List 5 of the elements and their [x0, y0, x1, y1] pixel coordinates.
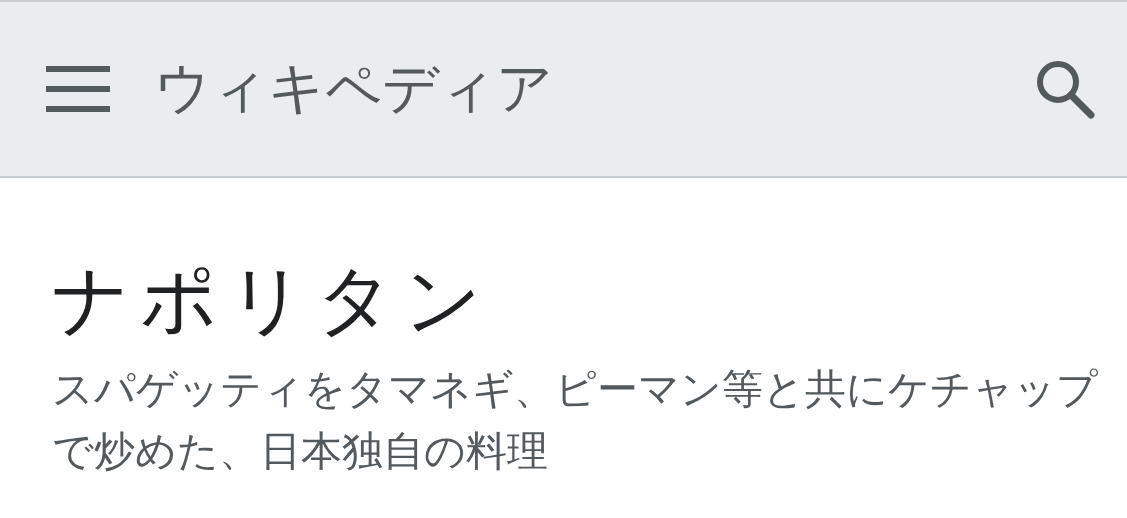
- menu-button[interactable]: [46, 66, 110, 112]
- menu-icon: [46, 66, 110, 112]
- article-description: スパゲッティをタマネギ、ピーマン等と共にケチャップで炒めた、日本独自の料理: [52, 363, 1099, 477]
- site-title[interactable]: ウィキペディア: [154, 51, 1033, 127]
- article-title: ナポリタン: [52, 258, 493, 342]
